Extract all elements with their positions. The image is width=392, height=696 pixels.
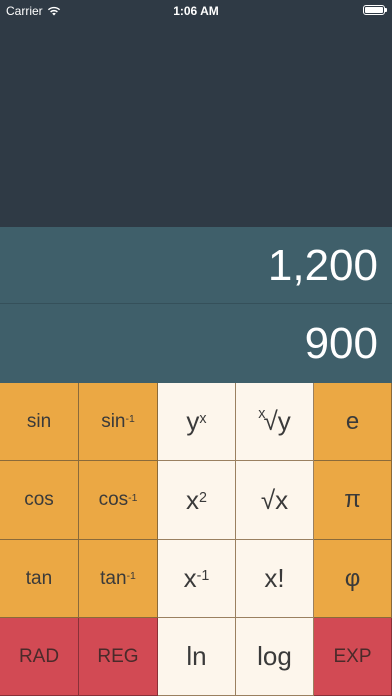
sin-button[interactable]: sin bbox=[0, 383, 79, 461]
ln-button[interactable]: ln bbox=[158, 618, 236, 696]
phi-constant-button[interactable]: φ bbox=[314, 540, 392, 618]
e-constant-button[interactable]: e bbox=[314, 383, 392, 461]
log-button[interactable]: log bbox=[236, 618, 314, 696]
reg-mode-button[interactable]: REG bbox=[79, 618, 158, 696]
scientific-keypad: sin sin -1 yx x √y e cos cos -1 x2 √x π tan… bbox=[0, 383, 392, 696]
history-area bbox=[0, 0, 392, 227]
atan-button[interactable]: tan -1 bbox=[79, 540, 158, 618]
previous-value-display: 1,200 bbox=[0, 227, 392, 304]
x-inverse-button[interactable]: x -1 bbox=[158, 540, 236, 618]
factorial-button[interactable]: x! bbox=[236, 540, 314, 618]
asin-button[interactable]: sin -1 bbox=[79, 383, 158, 461]
calculator-screen: Carrier 1:06 AM 1,200 900 sin sin -1 yx x… bbox=[0, 0, 392, 696]
display-panel: 1,200 900 bbox=[0, 227, 392, 383]
xth-root-button[interactable]: x √y bbox=[236, 383, 314, 461]
tan-button[interactable]: tan bbox=[0, 540, 79, 618]
status-bar: Carrier 1:06 AM bbox=[0, 0, 392, 22]
square-root-button[interactable]: √x bbox=[236, 461, 314, 540]
exp-button[interactable]: EXP bbox=[314, 618, 392, 696]
battery-icon bbox=[363, 5, 387, 15]
cos-button[interactable]: cos bbox=[0, 461, 79, 540]
y-power-x-button[interactable]: yx bbox=[158, 383, 236, 461]
current-value-display: 900 bbox=[304, 319, 378, 368]
rad-mode-button[interactable]: RAD bbox=[0, 618, 79, 696]
status-time: 1:06 AM bbox=[173, 4, 219, 18]
x-squared-button[interactable]: x2 bbox=[158, 461, 236, 540]
acos-button[interactable]: cos -1 bbox=[79, 461, 158, 540]
pi-constant-button[interactable]: π bbox=[314, 461, 392, 540]
